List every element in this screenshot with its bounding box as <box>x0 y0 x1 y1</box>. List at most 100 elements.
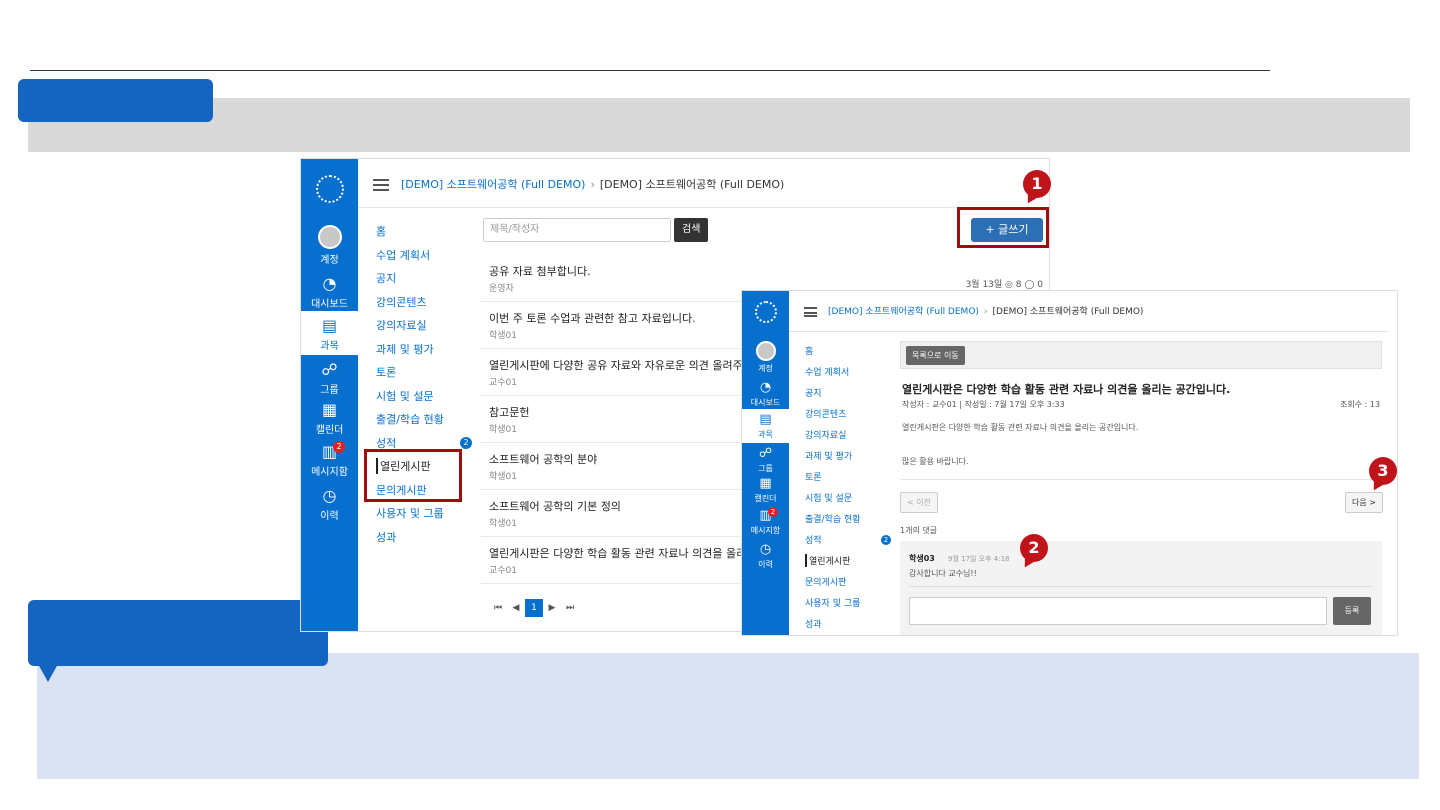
post-title[interactable]: 열린게시판에 다양한 공유 자료와 자유로운 의견 올려주시 <box>489 357 753 373</box>
section-tab <box>18 79 213 122</box>
page-number[interactable]: 1 <box>525 599 543 617</box>
post-author: 학생01 <box>489 331 518 341</box>
chevron-right-icon: › <box>590 178 595 191</box>
nav-history[interactable]: ◷ 이력 <box>301 486 358 523</box>
nav-groups[interactable]: ☍ 그룹 <box>742 447 789 474</box>
calendar-icon: ▦ <box>321 400 338 419</box>
search-button[interactable]: 검색 <box>674 218 709 242</box>
next-page-icon[interactable]: ▶ <box>543 599 561 617</box>
course-nav-outcomes[interactable]: 성과 <box>376 529 396 545</box>
nav-history[interactable]: ◷ 이력 <box>742 543 789 570</box>
chevron-right-icon: › <box>983 307 988 317</box>
course-nav-discussion[interactable]: 토론 <box>376 364 396 380</box>
next-post-button[interactable]: 다음 > <box>1345 492 1383 513</box>
breadcrumb: [DEMO] 소프트웨어공학 (Full DEMO) › [DEMO] 소프트웨어공… <box>401 176 784 192</box>
post-title[interactable]: 이번 주 토론 수업과 관련한 참고 자료입니다. <box>489 310 696 326</box>
inbox-icon: ▥ <box>759 508 772 523</box>
post-title[interactable]: 열린게시판은 다양한 학습 활동 관련 자료나 의견을 올리는 <box>489 545 756 561</box>
nav-courses[interactable]: ▤ 과목 <box>742 409 789 443</box>
inbox-badge: 2 <box>768 507 778 517</box>
register-comment-button[interactable]: 등록 <box>1333 597 1371 625</box>
inbox-badge: 2 <box>333 441 345 453</box>
course-nav-qna-board[interactable]: 문의게시판 <box>805 575 846 588</box>
nav-inbox[interactable]: ▥ 메시지함 2 <box>742 507 789 536</box>
prev-page-icon[interactable]: ◀ <box>507 599 525 617</box>
course-nav-notice[interactable]: 공지 <box>805 386 822 399</box>
course-nav-content[interactable]: 강의콘텐츠 <box>376 294 427 310</box>
course-nav: 홈 수업 계획서 공지 강의콘텐츠 강의자료실 과제 및 평가 토론 시험 및 … <box>376 223 486 553</box>
calendar-icon: ▦ <box>759 476 772 491</box>
topic-body: 많은 활용 바랍니다. <box>902 457 969 466</box>
prev-post-button[interactable]: < 이전 <box>900 492 938 513</box>
course-nav-attendance[interactable]: 출결/학습 현황 <box>376 411 444 427</box>
pagination: ⏮ ◀ 1 ▶ ⏭ <box>489 599 579 617</box>
reply-textarea[interactable] <box>909 597 1327 625</box>
callout-tail <box>38 664 58 682</box>
post-title[interactable]: 참고문헌 <box>489 404 529 420</box>
comment-time: 9월 17일 오후 4:18 <box>948 555 1010 563</box>
course-nav-syllabus[interactable]: 수업 계획서 <box>376 247 430 263</box>
post-title[interactable]: 소프트웨어 공학의 분야 <box>489 451 597 467</box>
course-nav-assignments[interactable]: 과제 및 평가 <box>376 341 434 357</box>
search-input[interactable]: 제목/작성자 <box>483 218 671 242</box>
breadcrumb-course-link[interactable]: [DEMO] 소프트웨어공학 (Full DEMO) <box>401 178 585 191</box>
topic-meta: 작성자 : 교수01 | 작성일 : 7월 17일 오후 3:33 <box>902 400 1065 409</box>
course-nav-quizzes[interactable]: 시험 및 설문 <box>376 388 434 404</box>
post-title[interactable]: 소프트웨어 공학의 기본 정의 <box>489 498 621 514</box>
book-icon: ▤ <box>321 316 338 335</box>
nav-account[interactable]: 계정 <box>742 341 789 374</box>
course-nav-notice[interactable]: 공지 <box>376 270 396 286</box>
nav-dashboard[interactable]: ◔ 대시보드 <box>742 381 789 408</box>
group-icon: ☍ <box>758 446 773 461</box>
book-icon: ▤ <box>759 412 772 427</box>
course-nav-home[interactable]: 홈 <box>805 344 813 357</box>
canvas-logo-icon[interactable] <box>754 301 777 323</box>
course-nav-materials[interactable]: 강의자료실 <box>805 428 846 441</box>
course-nav-home[interactable]: 홈 <box>376 223 386 239</box>
group-icon: ☍ <box>321 360 338 379</box>
post-author: 운영자 <box>489 284 514 294</box>
global-nav: 계정 ◔ 대시보드 ▤ 과목 ☍ 그룹 ▦ 캘린더 ▥ 메시지함 2 ◷ 이력 <box>301 159 358 631</box>
post-author: 학생01 <box>489 425 518 435</box>
grades-badge: 2 <box>881 535 891 545</box>
topic-body: 열린게시판은 다양한 학습 활동 관련 자료나 의견을 올리는 공간입니다. <box>902 423 1139 432</box>
hamburger-menu-icon[interactable] <box>804 307 817 317</box>
comment-divider <box>909 586 1373 587</box>
post-title[interactable]: 공유 자료 첨부합니다. <box>489 263 591 279</box>
canvas-logo-icon[interactable] <box>315 175 344 203</box>
nav-account[interactable]: 계정 <box>301 225 358 266</box>
course-nav-people[interactable]: 사용자 및 그룹 <box>376 505 444 521</box>
nav-calendar[interactable]: ▦ 캘린더 <box>301 400 358 437</box>
nav-inbox[interactable]: ▥ 메시지함 2 <box>301 441 358 478</box>
course-nav-outcomes[interactable]: 성과 <box>805 617 822 630</box>
top-divider <box>30 70 1270 71</box>
clock-icon: ◷ <box>322 486 337 505</box>
course-nav-attendance[interactable]: 출결/학습 현황 <box>805 512 861 525</box>
nav-courses[interactable]: ▤ 과목 <box>301 311 358 355</box>
course-nav: 홈 수업 계획서 공지 강의콘텐츠 강의자료실 과제 및 평가 토론 시험 및 … <box>805 344 900 634</box>
post-author: 교수01 <box>489 566 518 576</box>
hamburger-menu-icon[interactable] <box>373 179 389 191</box>
post-detail-screenshot: 계정 ◔ 대시보드 ▤ 과목 ☍ 그룹 ▦ 캘린더 ▥ 메시지함 2 ◷ 이력 … <box>741 290 1398 636</box>
course-nav-content[interactable]: 강의콘텐츠 <box>805 407 846 420</box>
breadcrumb-course-link[interactable]: [DEMO] 소프트웨어공학 (Full DEMO) <box>828 307 979 317</box>
nav-dashboard[interactable]: ◔ 대시보드 <box>301 275 358 311</box>
post-author: 교수01 <box>489 378 518 388</box>
course-nav-grades[interactable]: 성적 <box>805 533 822 546</box>
topic-title: 열린게시판은 다양한 학습 활동 관련 자료나 의견을 올리는 공간입니다. <box>902 383 1231 396</box>
first-page-icon[interactable]: ⏮ <box>489 599 507 617</box>
course-nav-open-board[interactable]: 열린게시판 <box>805 554 850 567</box>
course-nav-syllabus[interactable]: 수업 계획서 <box>805 365 849 378</box>
nav-calendar[interactable]: ▦ 캘린더 <box>742 477 789 504</box>
back-to-list-button[interactable]: 목록으로 이동 <box>906 346 965 365</box>
nav-groups[interactable]: ☍ 그룹 <box>301 360 358 397</box>
course-nav-discussion[interactable]: 토론 <box>805 470 822 483</box>
course-nav-people[interactable]: 사용자 및 그룹 <box>805 596 860 609</box>
step-marker: 3 <box>1369 457 1397 485</box>
course-nav-quizzes[interactable]: 시험 및 설문 <box>805 491 852 504</box>
comment-author: 학생03 <box>909 554 935 563</box>
last-page-icon[interactable]: ⏭ <box>561 599 579 617</box>
header-divider <box>358 207 1049 208</box>
course-nav-assignments[interactable]: 과제 및 평가 <box>805 449 852 462</box>
course-nav-materials[interactable]: 강의자료실 <box>376 317 427 333</box>
